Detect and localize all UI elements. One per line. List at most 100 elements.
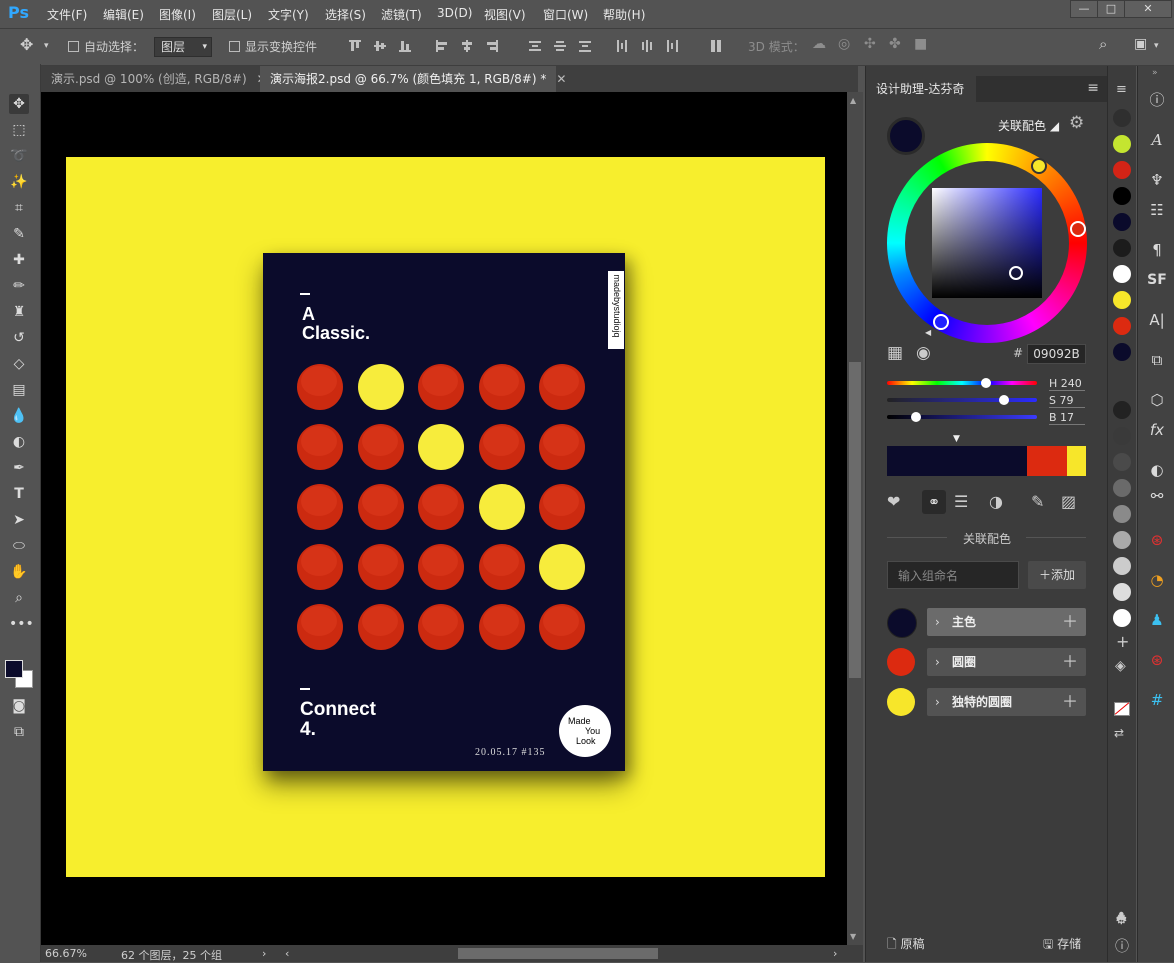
eyedropper-icon[interactable]: ✎ xyxy=(9,224,29,244)
align-left-icon[interactable] xyxy=(436,40,448,52)
3d-roll-icon[interactable]: ◎ xyxy=(838,36,850,52)
save-button[interactable]: 🖫 存储 xyxy=(1043,935,1081,956)
more-tools-icon[interactable]: ••• xyxy=(9,614,34,634)
show-transform-checkbox[interactable]: 显示变换控件 xyxy=(229,38,317,55)
scroll-up-icon[interactable]: ▲ xyxy=(850,96,856,105)
menu-file[interactable]: 文件(F) xyxy=(47,6,87,23)
auto-align-icon[interactable] xyxy=(710,40,722,52)
sf-icon[interactable]: SF xyxy=(1146,269,1168,291)
vertical-scrollbar[interactable]: ▲ ▼ xyxy=(847,92,863,945)
hue-slider[interactable] xyxy=(887,378,1037,388)
zoom-level[interactable]: 66.67% xyxy=(45,947,87,960)
lasso-tool-icon[interactable]: ➰ xyxy=(9,146,29,166)
glyph-icon[interactable]: ⧉ xyxy=(1146,349,1168,371)
swatch-dot[interactable] xyxy=(1113,427,1131,445)
workspace-icon[interactable]: ▣ xyxy=(1134,36,1147,52)
type-a-icon[interactable]: A xyxy=(1146,129,1168,151)
ellipse-tool-icon[interactable]: ⬭ xyxy=(9,536,29,556)
wheel-handle-yellow[interactable] xyxy=(1031,158,1047,174)
zoom-tool-icon[interactable]: ⌕ xyxy=(9,588,29,608)
path-select-icon[interactable]: ➤ xyxy=(9,510,29,530)
grid-icon[interactable]: ▦ xyxy=(887,343,903,363)
grid-icon[interactable]: # xyxy=(1146,689,1168,711)
distribute-left-icon[interactable] xyxy=(616,40,628,52)
eyedropper-icon[interactable]: ✎ xyxy=(1031,492,1044,511)
stop-icon[interactable]: ◉ xyxy=(916,343,931,363)
brush-tool-icon[interactable]: ✏ xyxy=(9,276,29,296)
current-color-swatch[interactable] xyxy=(887,117,925,155)
gradient-tool-icon[interactable]: ▤ xyxy=(9,380,29,400)
settings-icon[interactable]: ⚙ xyxy=(1115,912,1128,928)
tab-design-assistant[interactable]: 设计助理-达芬奇 xyxy=(866,76,976,102)
hscroll-right-icon[interactable]: › xyxy=(833,947,837,960)
menu-filter[interactable]: 滤镜(T) xyxy=(381,6,422,23)
distribute-vcenter-icon[interactable] xyxy=(554,40,566,52)
swatch-dot[interactable] xyxy=(1113,531,1131,549)
swatch-dot[interactable] xyxy=(1113,161,1131,179)
sb-picker-handle[interactable] xyxy=(1009,266,1023,280)
scroll-down-icon[interactable]: ▼ xyxy=(850,932,856,941)
artboard[interactable]: A Classic. madebystudiojq Connect 4. Mad… xyxy=(66,157,825,877)
color-bar-main[interactable] xyxy=(887,446,1027,476)
swatch-dot[interactable] xyxy=(1113,583,1131,601)
close-window-button[interactable]: ✕ xyxy=(1124,0,1172,18)
pen-tool-icon[interactable]: ✒ xyxy=(9,458,29,478)
character-icon[interactable]: A| xyxy=(1146,309,1168,331)
info-icon[interactable]: ⓘ xyxy=(1115,936,1129,956)
people-icon[interactable]: ♟ xyxy=(1146,609,1168,631)
saturation-brightness-square[interactable] xyxy=(932,188,1042,298)
maximize-button[interactable]: □ xyxy=(1097,0,1125,18)
chevron-down-icon[interactable]: ▾ xyxy=(1154,41,1159,51)
saturation-slider[interactable] xyxy=(887,395,1037,405)
plus-icon[interactable]: ＋ xyxy=(1062,608,1078,636)
scroll-thumb[interactable] xyxy=(849,362,861,678)
poster[interactable]: A Classic. madebystudiojq Connect 4. Mad… xyxy=(263,253,625,771)
group-circle[interactable]: › 圆圈 ＋ xyxy=(927,648,1086,676)
plus-icon[interactable]: ＋ xyxy=(1062,648,1078,676)
quick-mask-icon[interactable]: ◙ xyxy=(9,696,29,716)
menu-edit[interactable]: 编辑(E) xyxy=(103,6,144,23)
auto-select-dropdown[interactable]: 图层 ▾ xyxy=(154,37,212,57)
menu-type[interactable]: 文字(Y) xyxy=(268,6,309,23)
gauge-icon[interactable]: ◔ xyxy=(1146,569,1168,591)
wheel-handle-blue[interactable] xyxy=(933,314,949,330)
group-swatch-main[interactable] xyxy=(887,608,917,638)
brush-settings-icon[interactable]: ♆ xyxy=(1146,169,1168,191)
swatch-dot[interactable] xyxy=(1113,609,1131,627)
fx-icon[interactable]: fx xyxy=(1146,419,1168,441)
swatch-dot[interactable] xyxy=(1113,213,1131,231)
foreground-color-swatch[interactable] xyxy=(5,660,23,678)
image-icon[interactable]: ▨ xyxy=(1061,492,1076,511)
blur-tool-icon[interactable]: 💧 xyxy=(9,406,29,426)
add-swatch-icon[interactable]: + xyxy=(1116,632,1129,651)
distribute-bottom-icon[interactable] xyxy=(579,40,591,52)
blend-icon[interactable]: ❤ xyxy=(887,492,900,511)
group-main[interactable]: › 主色 ＋ xyxy=(927,608,1086,636)
swap-icon[interactable]: ⇄ xyxy=(1114,726,1124,740)
wheel-handle-red[interactable] xyxy=(1070,221,1086,237)
color-bar-yellow[interactable] xyxy=(1067,446,1086,476)
3d-orbit-icon[interactable]: ☁ xyxy=(812,36,826,52)
type-tool-icon[interactable]: T xyxy=(9,484,29,504)
swatch-dot[interactable] xyxy=(1113,291,1131,309)
magic-wand-icon[interactable]: ✨ xyxy=(9,172,29,192)
history-brush-icon[interactable]: ↺ xyxy=(9,328,29,348)
3d-pan-icon[interactable]: ✣ xyxy=(864,36,876,52)
distribute-hcenter-icon[interactable] xyxy=(641,40,653,52)
links-icon[interactable]: ⚯ xyxy=(1146,485,1168,507)
eraser-tool-icon[interactable]: ◇ xyxy=(9,354,29,374)
close-icon[interactable]: ✕ xyxy=(556,72,566,86)
swatch-dot[interactable] xyxy=(1113,505,1131,523)
swatch-dot[interactable] xyxy=(1113,479,1131,497)
align-top-icon[interactable] xyxy=(349,40,361,52)
original-button[interactable]: 🗋 原稿 xyxy=(887,935,925,956)
swatch-dot[interactable] xyxy=(1113,265,1131,283)
hue-value[interactable]: H 240 xyxy=(1049,377,1085,391)
target-icon[interactable]: ⊛ xyxy=(1146,529,1168,551)
swatch-dot[interactable] xyxy=(1113,453,1131,471)
swatch-dot[interactable] xyxy=(1113,557,1131,575)
adjust-icon[interactable]: ☷ xyxy=(1146,199,1168,221)
swatch-dot[interactable] xyxy=(1113,401,1131,419)
move-tool-icon[interactable]: ✥ xyxy=(9,94,29,114)
group-swatch-circle[interactable] xyxy=(887,648,915,676)
